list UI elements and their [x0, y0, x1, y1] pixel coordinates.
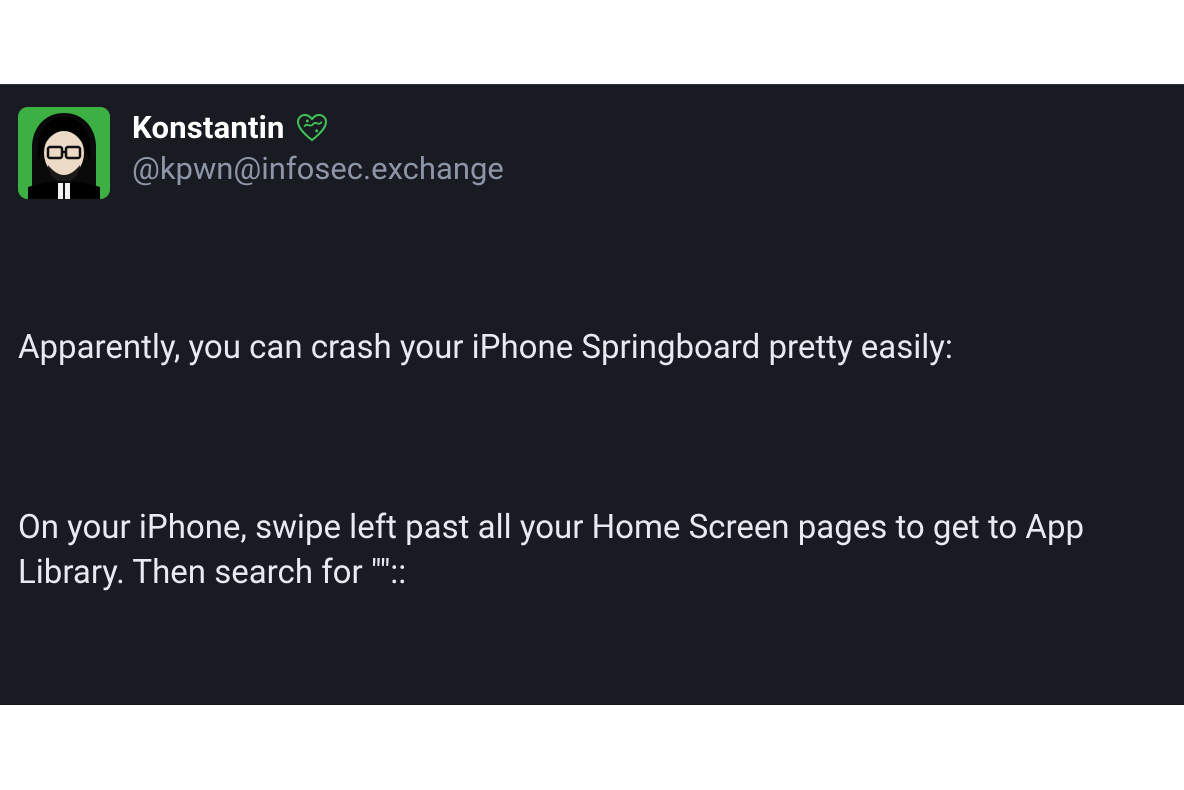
author-block: Konstantin @kpwn@infosec.exchange: [132, 107, 504, 187]
author-display-name[interactable]: Konstantin: [132, 109, 285, 146]
post-paragraph: Apparently, you can crash your iPhone Sp…: [18, 325, 1166, 370]
post-card[interactable]: Konstantin @kpwn@infosec.exchange Appare…: [0, 84, 1184, 705]
avatar[interactable]: [18, 107, 110, 199]
post-body: Apparently, you can crash your iPhone Sp…: [18, 235, 1166, 705]
post-header: Konstantin @kpwn@infosec.exchange: [18, 107, 1166, 199]
author-name-line: Konstantin: [132, 109, 504, 146]
avatar-image: [18, 107, 110, 199]
mending-heart-icon: [297, 114, 327, 142]
page: Konstantin @kpwn@infosec.exchange Appare…: [0, 0, 1184, 790]
author-handle[interactable]: @kpwn@infosec.exchange: [132, 150, 504, 187]
post-paragraph: On your iPhone, swipe left past all your…: [18, 505, 1166, 595]
